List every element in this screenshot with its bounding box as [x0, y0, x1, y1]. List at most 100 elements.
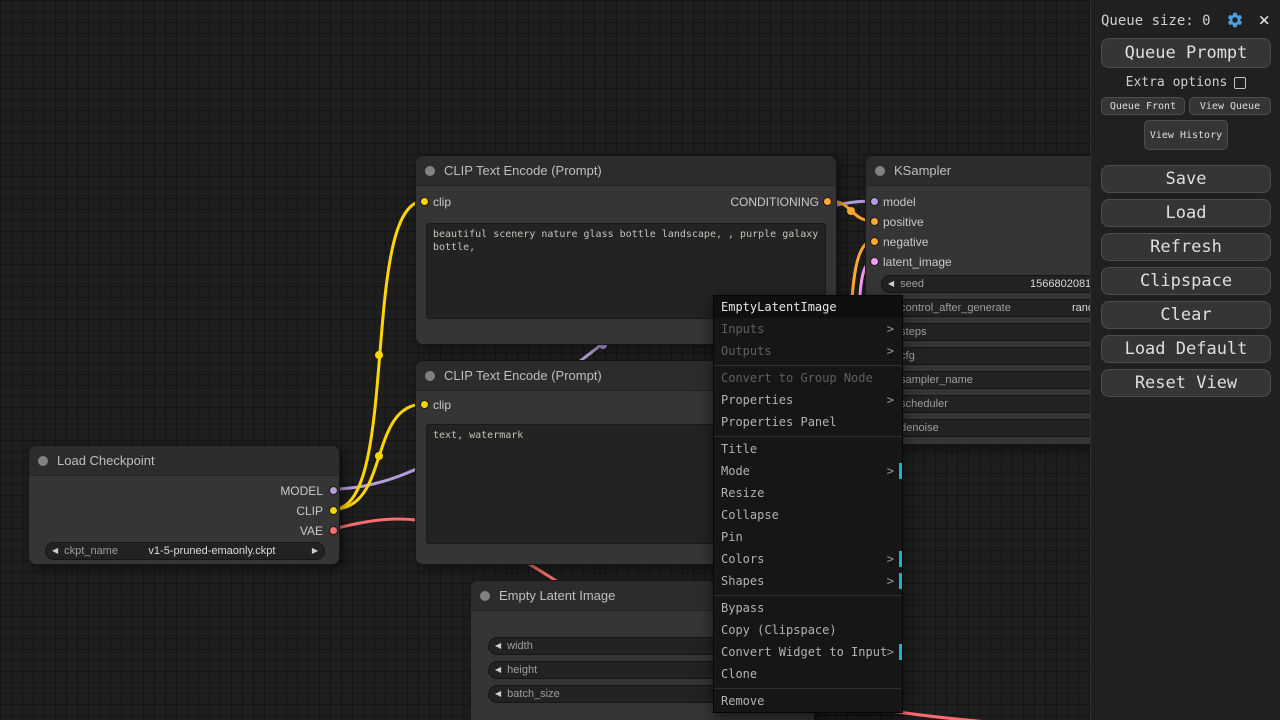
- extra-options-row: Extra options: [1101, 75, 1271, 90]
- input-label-positive: positive: [883, 215, 924, 229]
- queue-prompt-button[interactable]: Queue Prompt: [1101, 38, 1271, 68]
- node-load-checkpoint[interactable]: Load Checkpoint MODEL CLIP VAE ◀ ckpt_na…: [28, 445, 340, 565]
- menu-item-copy-clipspace[interactable]: Copy (Clipspace): [714, 619, 902, 641]
- collapse-dot-icon[interactable]: [425, 166, 435, 176]
- submenu-marker: [899, 463, 902, 479]
- context-menu-title: EmptyLatentImage: [714, 296, 902, 318]
- submenu-marker: [899, 573, 902, 589]
- settings-gear-icon[interactable]: [1226, 11, 1244, 29]
- widget-label: scheduler: [900, 398, 948, 410]
- menu-separator: [714, 362, 902, 366]
- menu-item-title[interactable]: Title: [714, 438, 902, 460]
- clip-input-port[interactable]: [420, 400, 429, 409]
- widget-label: height: [507, 664, 538, 676]
- menu-item-colors[interactable]: Colors >: [714, 548, 902, 570]
- widget-label: seed: [900, 278, 925, 290]
- menu-item-properties-panel[interactable]: Properties Panel: [714, 411, 902, 433]
- view-history-button[interactable]: View History: [1144, 120, 1228, 150]
- negative-input-port[interactable]: [870, 237, 879, 246]
- node-title: CLIP Text Encode (Prompt): [444, 368, 602, 383]
- model-output-port[interactable]: [329, 486, 338, 495]
- collapse-dot-icon[interactable]: [425, 371, 435, 381]
- menu-item-inputs: Inputs >: [714, 318, 902, 340]
- output-label-clip: CLIP: [296, 504, 323, 518]
- menu-separator: [714, 433, 902, 437]
- widget-label: batch_size: [507, 688, 560, 700]
- latent-image-input-port[interactable]: [870, 257, 879, 266]
- menu-item-bypass[interactable]: Bypass: [714, 597, 902, 619]
- close-icon[interactable]: ×: [1259, 9, 1270, 31]
- graph-canvas[interactable]: Load Checkpoint MODEL CLIP VAE ◀ ckpt_na…: [0, 0, 1280, 720]
- submenu-arrow-icon: >: [886, 645, 894, 659]
- output-label-conditioning: CONDITIONING: [730, 195, 819, 209]
- clip-output-port[interactable]: [329, 506, 338, 515]
- widget-label: denoise: [900, 422, 939, 434]
- widget-value: v1-5-pruned-emaonly.ckpt: [148, 545, 276, 557]
- refresh-button[interactable]: Refresh: [1101, 233, 1271, 261]
- node-title-bar[interactable]: CLIP Text Encode (Prompt): [416, 156, 836, 186]
- widget-label: ckpt_name: [64, 545, 118, 557]
- clear-button[interactable]: Clear: [1101, 301, 1271, 329]
- node-title: KSampler: [894, 163, 952, 178]
- menu-item-remove[interactable]: Remove: [714, 690, 902, 712]
- decrement-arrow-icon[interactable]: ◀: [489, 686, 507, 702]
- menu-item-collapse[interactable]: Collapse: [714, 504, 902, 526]
- collapse-dot-icon[interactable]: [875, 166, 885, 176]
- context-menu: EmptyLatentImage Inputs > Outputs > Conver…: [713, 295, 903, 713]
- submenu-arrow-icon: >: [886, 574, 894, 588]
- wire-clip-to-positive-prompt: [333, 199, 425, 511]
- collapse-dot-icon[interactable]: [38, 456, 48, 466]
- save-button[interactable]: Save: [1101, 165, 1271, 193]
- input-label-latent-image: latent_image: [883, 255, 952, 269]
- menu-item-properties[interactable]: Properties >: [714, 389, 902, 411]
- decrement-arrow-icon[interactable]: ◀: [46, 543, 64, 559]
- menu-item-convert-widget-to-input[interactable]: Convert Widget to Input >: [714, 641, 902, 663]
- node-title: Empty Latent Image: [499, 588, 616, 603]
- submenu-arrow-icon: >: [886, 552, 894, 566]
- decrement-arrow-icon[interactable]: ◀: [882, 276, 900, 292]
- node-title: CLIP Text Encode (Prompt): [444, 163, 602, 178]
- wire-clip-to-negative-prompt: [333, 402, 425, 511]
- menu-item-mode[interactable]: Mode >: [714, 460, 902, 482]
- extra-options-checkbox[interactable]: [1234, 76, 1247, 89]
- clip-input-port[interactable]: [420, 197, 429, 206]
- widget-label: control_after_generate: [900, 302, 1011, 314]
- link-dot: [847, 207, 855, 215]
- conditioning-output-port[interactable]: [823, 197, 832, 206]
- widget-label: steps: [900, 326, 927, 338]
- input-label-clip: clip: [433, 398, 452, 412]
- menu-item-clone[interactable]: Clone: [714, 663, 902, 685]
- menu-item-convert-to-group-node: Convert to Group Node: [721, 371, 873, 385]
- queue-front-button[interactable]: Queue Front: [1101, 97, 1185, 115]
- ckpt-name-widget[interactable]: ◀ ckpt_name v1-5-pruned-emaonly.ckpt ▶: [45, 542, 325, 560]
- reset-view-button[interactable]: Reset View: [1101, 369, 1271, 397]
- decrement-arrow-icon[interactable]: ◀: [489, 638, 507, 654]
- widget-label: sampler_name: [900, 374, 973, 386]
- input-label-clip: clip: [433, 195, 452, 209]
- submenu-arrow-icon: >: [886, 464, 894, 478]
- menu-item-resize[interactable]: Resize: [714, 482, 902, 504]
- decrement-arrow-icon[interactable]: ◀: [489, 662, 507, 678]
- model-input-port[interactable]: [870, 197, 879, 206]
- submenu-marker: [899, 644, 902, 660]
- load-default-button[interactable]: Load Default: [1101, 335, 1271, 363]
- link-dot: [375, 351, 383, 359]
- view-queue-button[interactable]: View Queue: [1189, 97, 1271, 115]
- extra-options-label: Extra options: [1125, 75, 1228, 90]
- link-dot: [375, 452, 383, 460]
- clipspace-button[interactable]: Clipspace: [1101, 267, 1271, 295]
- load-button[interactable]: Load: [1101, 199, 1271, 227]
- menu-separator: [714, 685, 902, 689]
- menu-item-pin[interactable]: Pin: [714, 526, 902, 548]
- input-label-negative: negative: [883, 235, 929, 249]
- positive-input-port[interactable]: [870, 217, 879, 226]
- collapse-dot-icon[interactable]: [480, 591, 490, 601]
- vae-output-port[interactable]: [329, 526, 338, 535]
- queue-size-label: Queue size: 0: [1101, 13, 1211, 29]
- menu-item-shapes[interactable]: Shapes >: [714, 570, 902, 592]
- increment-arrow-icon[interactable]: ▶: [306, 543, 324, 559]
- node-title-bar[interactable]: Load Checkpoint: [29, 446, 339, 476]
- sidebar-header: Queue size: 0 ×: [1101, 9, 1272, 34]
- submenu-arrow-icon: >: [886, 322, 894, 336]
- comfy-menu-panel: Queue size: 0 × Queue Prompt Extra optio…: [1090, 0, 1280, 720]
